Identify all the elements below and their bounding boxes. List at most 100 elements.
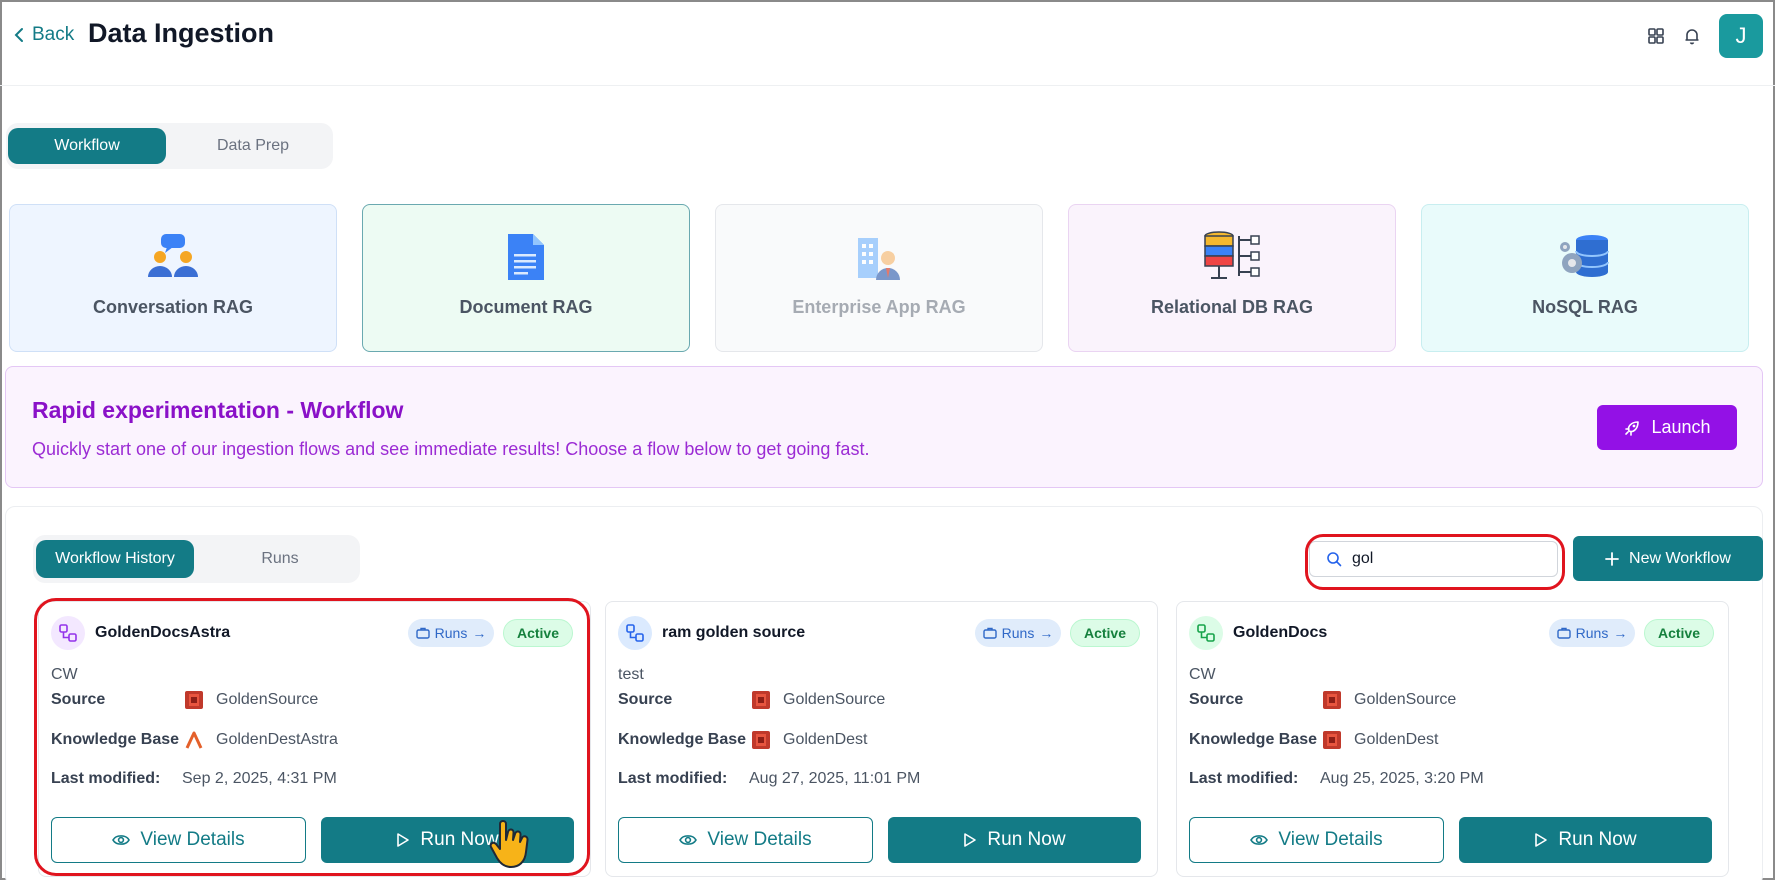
workflow-card: ram golden source Runs → Active test Sou… <box>605 601 1158 877</box>
runs-link[interactable]: Runs → <box>975 619 1061 647</box>
eye-icon <box>679 835 698 845</box>
workflow-description: test <box>618 666 644 683</box>
tab-workflow[interactable]: Workflow <box>8 128 166 164</box>
source-value: GoldenSource <box>749 688 885 712</box>
document-icon <box>496 231 556 283</box>
play-icon <box>397 833 410 847</box>
search-input[interactable] <box>1352 550 1542 568</box>
rag-label: Document RAG <box>459 297 593 317</box>
run-now-button[interactable]: Run Now <box>321 817 574 863</box>
rocket-icon <box>1625 420 1640 436</box>
rapid-experimentation-banner: Rapid experimentation - Workflow Quickly… <box>5 366 1763 488</box>
arrow-right-icon: → <box>1039 625 1054 641</box>
status-badge: Active <box>503 619 573 647</box>
aws-s3-icon <box>752 731 770 749</box>
runs-link[interactable]: Runs → <box>1549 619 1635 647</box>
back-label: Back <box>32 24 75 45</box>
briefcase-icon <box>982 627 997 639</box>
briefcase-icon <box>1556 627 1571 639</box>
knowledge-base-value: GoldenDestAstra <box>182 728 338 752</box>
banner-description: Quickly start one of our ingestion flows… <box>32 439 870 459</box>
aws-s3-icon <box>185 691 203 709</box>
last-modified-value: Aug 25, 2025, 3:20 PM <box>1320 770 1484 787</box>
bell-icon[interactable] <box>1682 26 1702 46</box>
workflow-description: CW <box>51 666 78 683</box>
play-icon <box>1535 833 1548 847</box>
rag-label: Relational DB RAG <box>1150 297 1314 317</box>
last-modified-label: Last modified: <box>1189 770 1299 787</box>
main-tabs: Workflow Data Prep <box>6 123 333 169</box>
runs-label: Runs <box>1001 625 1035 641</box>
view-details-button[interactable]: View Details <box>618 817 873 863</box>
workflow-card: GoldenDocs Runs → Active CW Source Golde… <box>1176 601 1729 877</box>
apps-grid-icon[interactable] <box>1646 26 1666 46</box>
source-value: GoldenSource <box>182 688 318 712</box>
play-icon <box>964 833 977 847</box>
chevron-left-icon <box>14 28 23 42</box>
workflow-icon <box>51 616 85 650</box>
knowledge-base-value: GoldenDest <box>1320 728 1439 752</box>
user-avatar[interactable]: J <box>1719 14 1763 58</box>
aws-s3-icon <box>1323 731 1341 749</box>
eye-icon <box>1250 835 1269 845</box>
knowledge-base-label: Knowledge Base <box>618 731 747 748</box>
astra-db-icon <box>185 731 203 749</box>
source-label: Source <box>1189 691 1244 708</box>
view-details-button[interactable]: View Details <box>51 817 306 863</box>
view-details-button[interactable]: View Details <box>1189 817 1444 863</box>
arrow-right-icon: → <box>472 625 487 641</box>
banner-title: Rapid experimentation - Workflow <box>32 397 404 423</box>
rag-label: Conversation RAG <box>92 297 254 317</box>
back-button[interactable]: Back <box>12 24 74 46</box>
conversation-icon <box>143 231 203 283</box>
source-value: GoldenSource <box>1320 688 1456 712</box>
new-workflow-button[interactable]: New Workflow <box>1573 536 1763 581</box>
aws-s3-icon <box>752 691 770 709</box>
knowledge-base-value: GoldenDest <box>749 728 868 752</box>
plus-icon <box>1605 551 1619 566</box>
workflow-tabs: Workflow History Runs <box>33 535 360 583</box>
aws-s3-icon <box>1323 691 1341 709</box>
database-icon <box>1202 231 1262 283</box>
rag-card-relational-db[interactable]: Relational DB RAG <box>1068 204 1396 352</box>
workflow-icon <box>618 616 652 650</box>
rag-card-nosql[interactable]: NoSQL RAG <box>1421 204 1749 352</box>
nosql-icon <box>1555 231 1615 283</box>
arrow-right-icon: → <box>1613 625 1628 641</box>
status-badge: Active <box>1644 619 1714 647</box>
runs-label: Runs <box>434 625 468 641</box>
search-icon <box>1327 552 1342 567</box>
rag-card-document[interactable]: Document RAG <box>362 204 690 352</box>
runs-link[interactable]: Runs → <box>408 619 494 647</box>
status-badge: Active <box>1070 619 1140 647</box>
last-modified-value: Aug 27, 2025, 11:01 PM <box>749 770 921 787</box>
briefcase-icon <box>415 627 430 639</box>
workflow-name: ram golden source <box>662 624 806 641</box>
tab-data-prep[interactable]: Data Prep <box>178 128 328 164</box>
run-now-button[interactable]: Run Now <box>1459 817 1712 863</box>
tab-workflow-history[interactable]: Workflow History <box>36 540 194 578</box>
launch-label: Launch <box>1651 417 1711 437</box>
knowledge-base-label: Knowledge Base <box>51 731 180 748</box>
workflow-icon <box>1189 616 1223 650</box>
eye-icon <box>112 835 131 845</box>
page-title: Data Ingestion <box>88 18 275 48</box>
rag-card-enterprise[interactable]: Enterprise App RAG <box>715 204 1043 352</box>
last-modified-value: Sep 2, 2025, 4:31 PM <box>182 770 337 787</box>
source-label: Source <box>618 691 673 708</box>
search-box[interactable] <box>1309 541 1558 577</box>
runs-label: Runs <box>1575 625 1609 641</box>
launch-button[interactable]: Launch <box>1597 405 1737 450</box>
last-modified-label: Last modified: <box>51 770 161 787</box>
rag-label: NoSQL RAG <box>1532 297 1638 317</box>
tab-runs[interactable]: Runs <box>205 540 355 578</box>
knowledge-base-label: Knowledge Base <box>1189 731 1318 748</box>
workflow-card: GoldenDocsAstra Runs → Active CW Source … <box>38 601 591 877</box>
rag-card-conversation[interactable]: Conversation RAG <box>9 204 337 352</box>
source-label: Source <box>51 691 106 708</box>
workflow-description: CW <box>1189 666 1216 683</box>
rag-label: Enterprise App RAG <box>792 297 966 317</box>
run-now-button[interactable]: Run Now <box>888 817 1141 863</box>
last-modified-label: Last modified: <box>618 770 728 787</box>
workflow-name: GoldenDocsAstra <box>95 624 231 641</box>
